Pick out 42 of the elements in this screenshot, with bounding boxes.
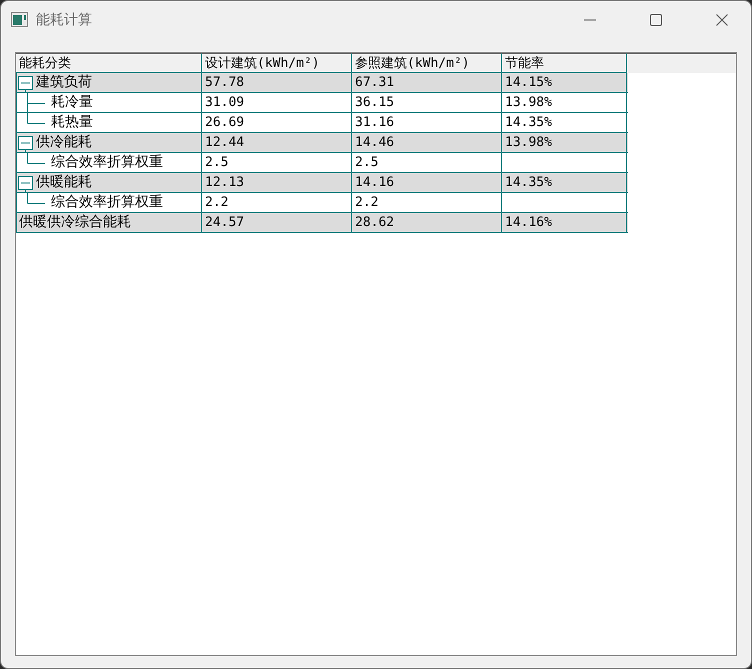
table-cell: 14.46 <box>352 133 502 152</box>
table-cell: 57.78 <box>202 73 352 92</box>
table-cell: 12.44 <box>202 133 352 152</box>
tree-label: 供暖供冷综合能耗 <box>18 213 131 232</box>
column-header[interactable]: 节能率 <box>502 53 627 73</box>
table-cell: 31.16 <box>352 113 502 132</box>
tree-label: 耗冷量 <box>51 93 93 112</box>
table-cell: 14.16% <box>502 213 627 232</box>
table-cell: 13.98% <box>502 133 627 152</box>
collapse-icon[interactable] <box>17 173 35 192</box>
tree-label: 供暖能耗 <box>35 173 92 192</box>
table-cell: 28.62 <box>352 213 502 232</box>
tree-label: 综合效率折算权重 <box>51 193 163 212</box>
collapse-icon[interactable] <box>17 133 35 152</box>
column-header[interactable]: 设计建筑(kWh/m²) <box>202 53 352 73</box>
table-cell: 13.98% <box>502 93 627 112</box>
table-cell: 2.5 <box>202 153 352 172</box>
window-title: 能耗计算 <box>36 10 92 28</box>
table-cell: 67.31 <box>352 73 502 92</box>
column-header[interactable]: 能耗分类 <box>16 53 202 73</box>
column-header[interactable]: 参照建筑(kWh/m²) <box>352 53 502 73</box>
close-icon <box>716 14 728 26</box>
table-cell: 26.69 <box>202 113 352 132</box>
table-cell: 31.09 <box>202 93 352 112</box>
maximize-icon <box>650 14 662 26</box>
tree-label: 耗热量 <box>51 113 93 132</box>
table-cell: 2.2 <box>202 193 352 212</box>
table-cell: 12.13 <box>202 173 352 192</box>
tree-label: 建筑负荷 <box>35 73 92 92</box>
minimize-icon <box>584 18 596 20</box>
table-cell: 24.57 <box>202 213 352 232</box>
table-cell: 36.15 <box>352 93 502 112</box>
table-cell: 14.35% <box>502 173 627 192</box>
table-cell: 14.16 <box>352 173 502 192</box>
table-cell: 14.35% <box>502 113 627 132</box>
tree-label: 综合效率折算权重 <box>51 153 163 172</box>
app-icon <box>11 12 28 27</box>
collapse-icon[interactable] <box>17 73 35 92</box>
tree-label: 供冷能耗 <box>35 133 92 152</box>
table-cell: 14.15% <box>502 73 627 92</box>
table-cell: 2.2 <box>352 193 502 212</box>
table-cell: 2.5 <box>352 153 502 172</box>
